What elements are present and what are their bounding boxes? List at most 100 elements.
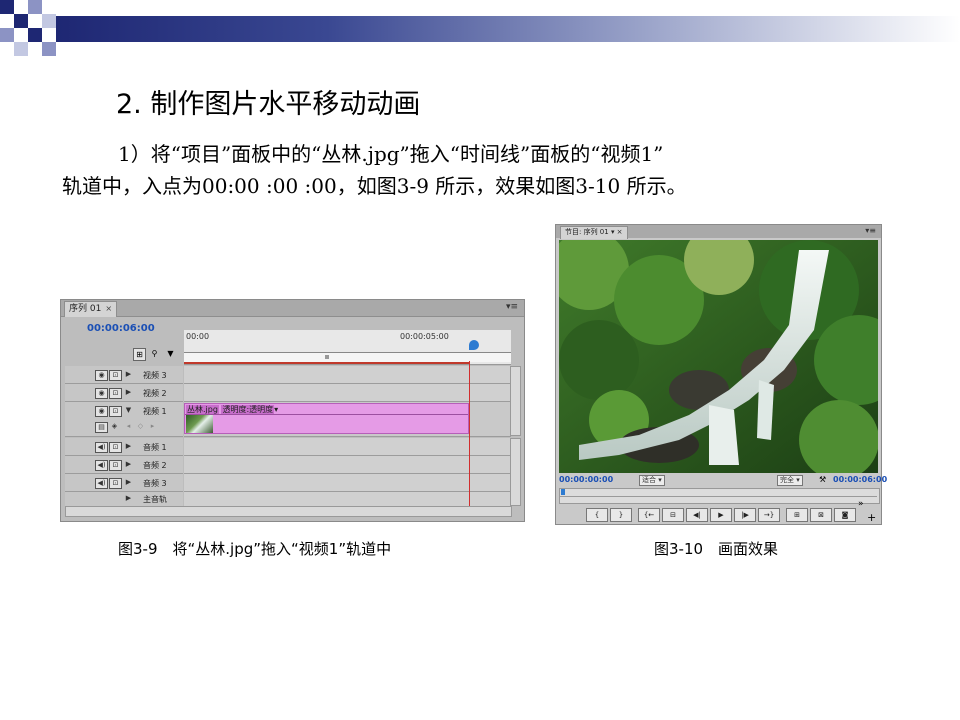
go-to-in-button[interactable]: {← [638, 508, 660, 522]
add-keyframe-icon[interactable]: ◇ [135, 422, 146, 431]
lock-icon[interactable]: ⊡ [109, 370, 122, 381]
track-area-video2[interactable] [184, 384, 511, 402]
collapse-triangle-icon[interactable]: ▼ [123, 406, 134, 415]
play-button[interactable]: ▶ [710, 508, 732, 522]
step-back-button[interactable]: ◀| [686, 508, 708, 522]
mark-in-button[interactable]: { [586, 508, 608, 522]
transport-controls: { } {← ⊟ ◀| ▶ |▶ →} ⊞ ⊠ ◙ [586, 508, 876, 522]
track-header-video2: ◉ ⊡ ▶ 视频 2 [65, 384, 183, 402]
add-button-icon[interactable]: + [867, 511, 876, 524]
video-scrollbar[interactable] [510, 366, 521, 436]
timeline-timecode[interactable]: 00:00:06:00 [87, 323, 155, 334]
track-area-video3[interactable] [184, 366, 511, 384]
fit-label: 适合 [642, 476, 656, 484]
time-ruler[interactable]: 00:00 00:00:05:00 [184, 330, 511, 365]
panel-menu-icon[interactable]: ▾≡ [506, 302, 518, 312]
go-to-out-button[interactable]: →} [758, 508, 780, 522]
expand-triangle-icon[interactable]: ▶ [123, 388, 134, 397]
figure-3-9-caption: 图3-9 将“丛林.jpg”拖入“视频1”轨道中 [118, 540, 392, 558]
monitor-tab-label: 节目: 序列 01 [565, 228, 609, 236]
monitor-playhead[interactable] [561, 489, 565, 495]
monitor-scrubber[interactable] [559, 488, 880, 504]
tab-sequence-01[interactable]: 序列 01 × [64, 301, 118, 317]
track-header-video1: ◉ ⊡ ▼ 视频 1 ▤ ◈ ◂ ◇ ▸ [65, 402, 183, 437]
monitor-info-bar: 00:00:00:00 适合 ▾ 完全 ▾ ⚒ 00:00:06:00 [559, 475, 887, 486]
extract-button[interactable]: ⊠ [810, 508, 832, 522]
clip-effect-menu[interactable]: 透明度:透明度 [221, 405, 275, 414]
track-area-master[interactable] [184, 492, 511, 507]
next-keyframe-icon[interactable]: ▸ [147, 422, 158, 431]
snap-icon[interactable]: ⊞ [133, 348, 146, 361]
expand-triangle-icon[interactable]: ▶ [123, 442, 134, 451]
speaker-icon[interactable]: ◀) [95, 460, 108, 471]
expand-triangle-icon[interactable]: ▶ [123, 370, 134, 379]
ruler-mid-label: 00:00:05:00 [400, 332, 449, 341]
monitor-tab-bar: 节目: 序列 01 ▾ × ▾≡ [556, 225, 881, 239]
marker-icon[interactable]: ⚲ [149, 348, 160, 359]
figure-3-10-caption: 图3-10 画面效果 [654, 540, 779, 558]
current-timecode[interactable]: 00:00:00:00 [559, 475, 613, 484]
lock-icon[interactable]: ⊡ [109, 406, 122, 417]
track-name-video1: 视频 1 [143, 407, 167, 416]
lock-icon[interactable]: ⊡ [109, 388, 122, 399]
close-icon[interactable]: × [105, 304, 112, 313]
track-name-master: 主音轨 [143, 495, 167, 504]
audio-scrollbar[interactable] [510, 438, 521, 506]
add-marker-button[interactable]: ⊟ [662, 508, 684, 522]
opacity-line[interactable] [185, 414, 468, 415]
clip-thumbnail [186, 415, 213, 433]
slide-title: 2. 制作图片水平移动动画 [116, 89, 421, 120]
track-header-video3: ◉ ⊡ ▶ 视频 3 [65, 366, 183, 384]
wrench-icon[interactable]: ⚒ [819, 475, 826, 484]
lift-button[interactable]: ⊞ [786, 508, 808, 522]
eye-icon[interactable]: ◉ [95, 388, 108, 399]
prev-keyframe-icon[interactable]: ◂ [123, 422, 134, 431]
eye-icon[interactable]: ◉ [95, 370, 108, 381]
expand-triangle-icon[interactable]: ▶ [123, 494, 134, 503]
mark-out-button[interactable]: } [610, 508, 632, 522]
work-area-grip[interactable] [325, 355, 329, 359]
track-header-audio1: ◀) ⊡ ▶ 音频 1 [65, 438, 183, 456]
track-header-audio3: ◀) ⊡ ▶ 音频 3 [65, 474, 183, 492]
track-area-audio3[interactable] [184, 474, 511, 492]
scrub-track [560, 496, 877, 497]
set-marker-icon[interactable]: ▼ [165, 348, 176, 359]
export-frame-button[interactable]: ◙ [834, 508, 856, 522]
display-style-icon[interactable]: ▤ [95, 422, 108, 433]
expand-triangle-icon[interactable]: ▶ [123, 478, 134, 487]
program-monitor-panel: 节目: 序列 01 ▾ × ▾≡ 00:00:00:00 适合 ▾ 完全 ▾ ⚒… [555, 224, 887, 525]
quality-dropdown[interactable]: 完全 ▾ [777, 475, 803, 486]
work-area-bar[interactable] [184, 352, 511, 362]
tab-label: 序列 01 [69, 304, 102, 314]
instruction-paragraph: 1）将“项目”面板中的“丛林.jpg”拖入“时间线”面板的“视频1” 轨道中，入… [62, 138, 932, 202]
zoom-scrollbar[interactable] [65, 506, 512, 517]
track-area-audio1[interactable] [184, 438, 511, 456]
speaker-icon[interactable]: ◀) [95, 478, 108, 489]
expand-triangle-icon[interactable]: ▶ [123, 460, 134, 469]
playhead-handle[interactable] [469, 340, 479, 350]
track-name-audio1: 音频 1 [143, 443, 167, 452]
track-area-audio2[interactable] [184, 456, 511, 474]
panel-menu-icon[interactable]: ▾≡ [865, 226, 876, 235]
clip-jungle[interactable]: 丛林.jpg 透明度:透明度▾ [184, 403, 469, 434]
track-area-video1[interactable]: 丛林.jpg 透明度:透明度▾ [184, 402, 511, 437]
lock-icon[interactable]: ⊡ [109, 478, 122, 489]
lock-icon[interactable]: ⊡ [109, 460, 122, 471]
playhead-line [469, 361, 470, 506]
header-bar [56, 16, 960, 42]
track-header-audio2: ◀) ⊡ ▶ 音频 2 [65, 456, 183, 474]
step-forward-button[interactable]: |▶ [734, 508, 756, 522]
jungle-waterfall-image [559, 240, 878, 473]
instruction-line-2: 轨道中，入点为00:00 :00 :00，如图3-9 所示，效果如图3-10 所… [62, 174, 687, 198]
speaker-icon[interactable]: ◀) [95, 442, 108, 453]
lock-icon[interactable]: ⊡ [109, 442, 122, 453]
tab-program-sequence[interactable]: 节目: 序列 01 ▾ × [560, 226, 628, 239]
fit-dropdown[interactable]: 适合 ▾ [639, 475, 665, 486]
expand-controls-icon[interactable]: » [858, 499, 864, 509]
render-bar [184, 362, 469, 364]
keyframe-icon[interactable]: ◈ [109, 422, 120, 431]
duration-timecode: 00:00:06:00 [833, 475, 888, 484]
quality-label: 完全 [780, 476, 794, 484]
eye-icon[interactable]: ◉ [95, 406, 108, 417]
ruler-start-label: 00:00 [186, 332, 210, 341]
